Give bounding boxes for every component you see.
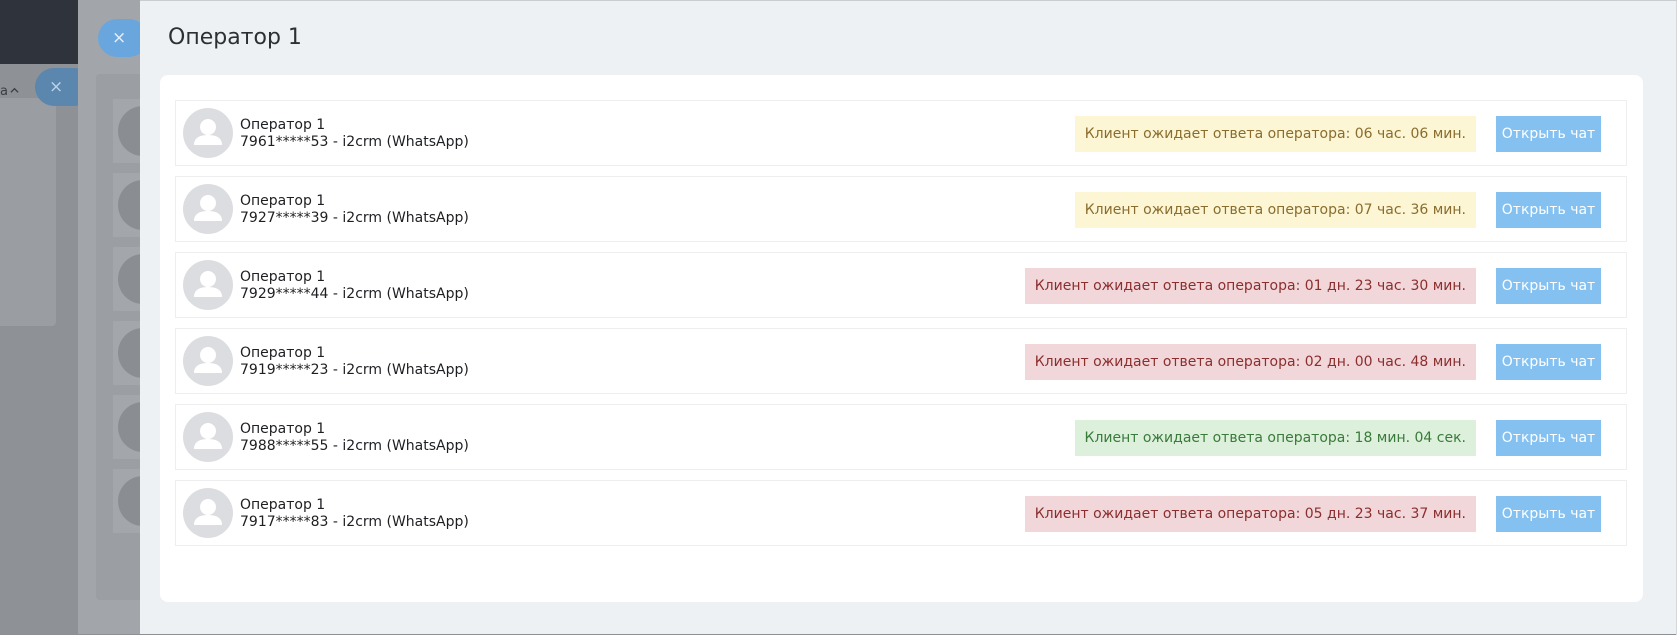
wait-status-badge: Клиент ожидает ответа оператора: 18 мин.… [1074,420,1476,456]
operator-name: Оператор 1 [240,117,326,133]
avatar [183,336,233,386]
modal: Оператор 1 Оператор 1 7961*****53 - i2cr… [140,0,1677,635]
wait-status-badge: Клиент ожидает ответа оператора: 02 дн. … [1024,344,1476,380]
wait-status-badge: Клиент ожидает ответа оператора: 01 дн. … [1024,268,1476,304]
chat-row: Оператор 1 7919*****23 - i2crm (WhatsApp… [175,328,1627,394]
user-placeholder-icon [194,271,222,297]
operator-name: Оператор 1 [240,345,326,361]
background-panel [0,98,56,326]
client-contact: 7919*****23 - i2crm (WhatsApp) [240,362,469,378]
avatar [183,108,233,158]
client-contact: 7917*****83 - i2crm (WhatsApp) [240,514,469,530]
background-side-text: а [0,84,8,99]
chat-row: Оператор 1 7988*****55 - i2crm (WhatsApp… [175,404,1627,470]
chat-row: Оператор 1 7961*****53 - i2crm (WhatsApp… [175,100,1627,166]
user-placeholder-icon [194,499,222,525]
open-chat-button[interactable]: Открыть чат [1496,192,1601,228]
user-placeholder-icon [194,195,222,221]
operator-name: Оператор 1 [240,497,326,513]
chat-row-info: Оператор 1 7927*****39 - i2crm (WhatsApp… [240,193,469,227]
chat-row-info: Оператор 1 7988*****55 - i2crm (WhatsApp… [240,421,469,455]
chat-list: Оператор 1 7961*****53 - i2crm (WhatsApp… [175,100,1627,556]
wait-status-badge: Клиент ожидает ответа оператора: 07 час.… [1074,192,1476,228]
open-chat-button[interactable]: Открыть чат [1496,344,1601,380]
open-chat-button[interactable]: Открыть чат [1496,420,1601,456]
client-contact: 7961*****53 - i2crm (WhatsApp) [240,134,469,150]
modal-title: Оператор 1 [168,25,302,50]
avatar [183,412,233,462]
wait-status-badge: Клиент ожидает ответа оператора: 06 час.… [1074,116,1476,152]
chat-row-info: Оператор 1 7917*****83 - i2crm (WhatsApp… [240,497,469,531]
background-topbar [0,0,78,64]
operator-name: Оператор 1 [240,421,326,437]
client-contact: 7927*****39 - i2crm (WhatsApp) [240,210,469,226]
close-icon: × [49,77,64,97]
client-contact: 7929*****44 - i2crm (WhatsApp) [240,286,469,302]
close-icon: × [112,28,127,48]
avatar [183,260,233,310]
open-chat-button[interactable]: Открыть чат [1496,116,1601,152]
chat-row: Оператор 1 7917*****83 - i2crm (WhatsApp… [175,480,1627,546]
chat-row-info: Оператор 1 7919*****23 - i2crm (WhatsApp… [240,345,469,379]
avatar [183,184,233,234]
avatar [183,488,233,538]
chat-row: Оператор 1 7927*****39 - i2crm (WhatsApp… [175,176,1627,242]
open-chat-button[interactable]: Открыть чат [1496,496,1601,532]
modal-body: Оператор 1 7961*****53 - i2crm (WhatsApp… [160,75,1643,602]
operator-name: Оператор 1 [240,193,326,209]
chat-row-info: Оператор 1 7929*****44 - i2crm (WhatsApp… [240,269,469,303]
open-chat-button[interactable]: Открыть чат [1496,268,1601,304]
user-placeholder-icon [194,119,222,145]
chat-row: Оператор 1 7929*****44 - i2crm (WhatsApp… [175,252,1627,318]
wait-status-badge: Клиент ожидает ответа оператора: 05 дн. … [1024,496,1476,532]
client-contact: 7988*****55 - i2crm (WhatsApp) [240,438,469,454]
operator-name: Оператор 1 [240,269,326,285]
user-placeholder-icon [194,347,222,373]
user-placeholder-icon [194,423,222,449]
chat-row-info: Оператор 1 7961*****53 - i2crm (WhatsApp… [240,117,469,151]
chevron-up-icon [10,87,19,93]
